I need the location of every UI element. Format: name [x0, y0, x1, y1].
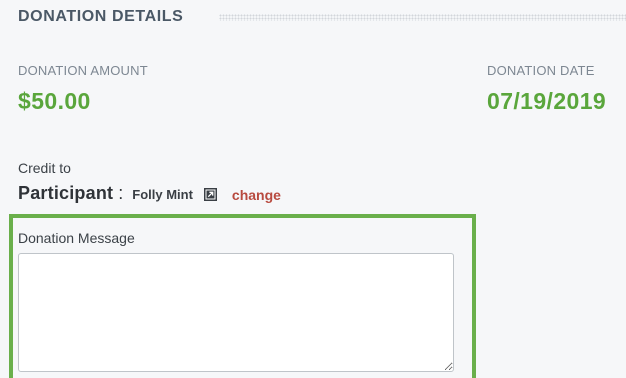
- credit-participant-row: Participant : Folly Mint change: [18, 183, 281, 204]
- donation-amount-label: DONATION AMOUNT: [18, 63, 148, 78]
- section-title: DONATION DETAILS: [18, 8, 184, 25]
- participant-colon: :: [118, 183, 124, 203]
- change-participant-link[interactable]: change: [232, 187, 281, 203]
- section-header: DONATION DETAILS: [18, 7, 626, 27]
- external-link-icon[interactable]: [203, 188, 217, 201]
- section-divider: [219, 13, 626, 21]
- donation-date-label: DONATION DATE: [487, 63, 595, 78]
- donation-message-label: Donation Message: [18, 230, 135, 246]
- participant-name: Folly Mint: [132, 187, 193, 202]
- donation-amount-value: $50.00: [18, 88, 91, 114]
- donation-date-value: 07/19/2019: [487, 88, 607, 114]
- credit-to-label: Credit to: [18, 160, 71, 176]
- donation-details-page: DONATION DETAILS DONATION AMOUNT $50.00 …: [0, 0, 626, 378]
- participant-label: Participant: [18, 183, 114, 203]
- donation-message-textarea[interactable]: [18, 253, 454, 372]
- donation-message-section: Donation Message: [9, 214, 476, 378]
